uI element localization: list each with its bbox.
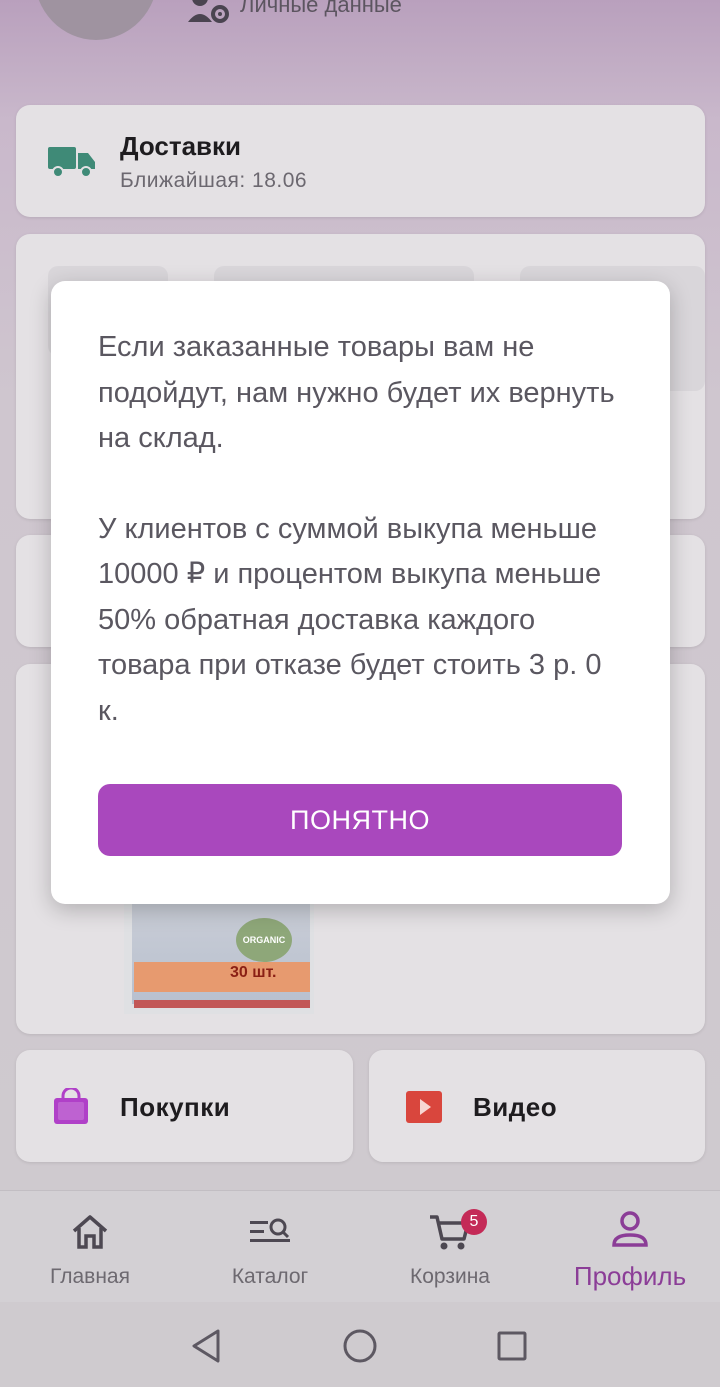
ok-button[interactable]: ПОНЯТНО bbox=[98, 784, 622, 856]
dialog-paragraph-1: Если заказанные товары вам не подойдут, … bbox=[98, 331, 615, 454]
dialog-message: Если заказанные товары вам не подойдут, … bbox=[98, 325, 628, 734]
dialog-paragraph-2: У клиентов с суммой выкупа меньше 10000 … bbox=[98, 512, 602, 727]
return-policy-dialog: Если заказанные товары вам не подойдут, … bbox=[51, 281, 670, 904]
